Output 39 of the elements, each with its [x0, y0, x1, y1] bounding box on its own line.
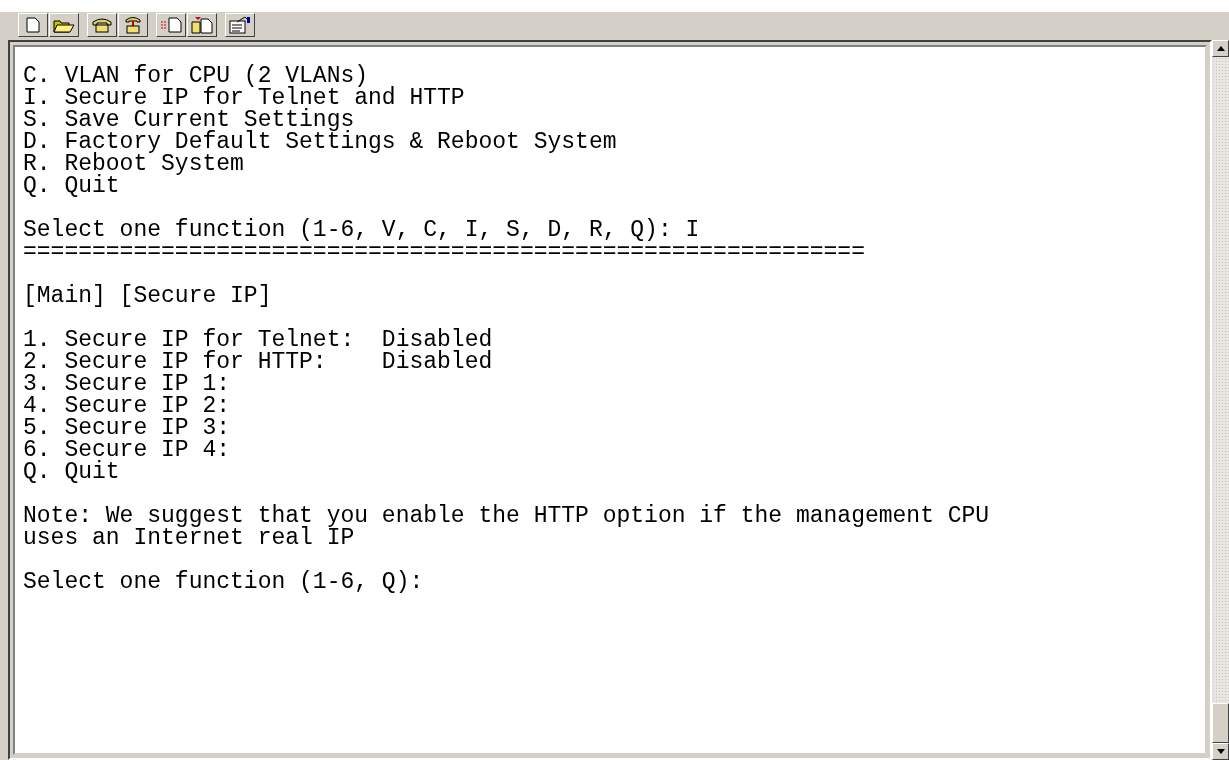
folder-icon — [53, 17, 75, 33]
document-icon — [160, 17, 182, 33]
terminal-line: D. Factory Default Settings & Reboot System — [23, 131, 618, 153]
scroll-down-button[interactable] — [1212, 743, 1229, 760]
open-folder-button[interactable] — [49, 13, 79, 37]
terminal-line: 4. Secure IP 2: — [23, 395, 232, 417]
terminal-line: [Main] [Secure IP] — [23, 285, 273, 307]
phone-button[interactable] — [87, 13, 117, 37]
terminal-line: 3. Secure IP 1: — [23, 373, 232, 395]
scrollbar[interactable] — [1212, 40, 1229, 760]
terminal-line: Q. Quit — [23, 175, 121, 197]
terminal-line: S. Save Current Settings — [23, 109, 355, 131]
terminal-line: C. VLAN for CPU (2 VLANs) — [23, 65, 369, 87]
document-icon — [26, 17, 40, 33]
scroll-thumb[interactable] — [1212, 703, 1229, 743]
terminal-line: 6. Secure IP 4: — [23, 439, 232, 461]
send-file-button[interactable] — [156, 13, 186, 37]
telephone-icon — [92, 17, 112, 33]
terminal-line: 5. Secure IP 3: — [23, 417, 232, 439]
phone-disconnect-button[interactable] — [118, 13, 148, 37]
telephone-icon — [123, 16, 143, 34]
down-arrow-icon — [1216, 749, 1225, 754]
properties-icon — [229, 16, 251, 34]
receive-file-button[interactable] — [187, 13, 217, 37]
terminal-line: R. Reboot System — [23, 153, 245, 175]
scroll-up-button[interactable] — [1212, 40, 1229, 57]
terminal-line: uses an Internet real IP — [23, 527, 355, 549]
terminal-line: Select one function (1-6, Q): — [23, 571, 425, 593]
terminal-line: Note: We suggest that you enable the HTTP option if the management CPU — [23, 505, 991, 527]
terminal-line: 1. Secure IP for Telnet: Disabled — [23, 329, 494, 351]
new-file-button[interactable] — [18, 13, 48, 37]
up-arrow-icon — [1216, 46, 1225, 51]
terminal-line: Q. Quit — [23, 461, 121, 483]
terminal-line: ============================================================= — [23, 241, 866, 263]
folder-document-icon — [191, 16, 213, 34]
terminal-line: 2. Secure IP for HTTP: Disabled — [23, 351, 494, 373]
terminal-line: I. Secure IP for Telnet and HTTP — [23, 87, 466, 109]
properties-button[interactable] — [225, 13, 255, 37]
terminal-line: Select one function (1-6, V, C, I, S, D, R, Q): I — [23, 219, 701, 241]
